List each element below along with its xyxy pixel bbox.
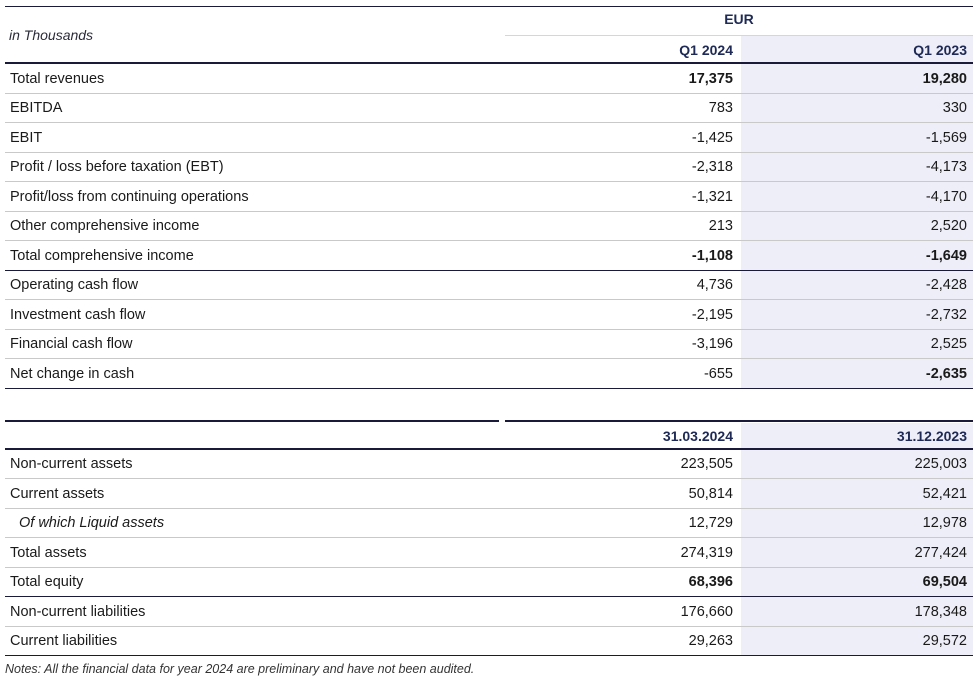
value-q1-2023: -1,649: [741, 241, 973, 271]
value-q1-2023: -2,428: [741, 270, 973, 300]
table-row: EBITDA 783 330: [5, 93, 973, 123]
value-q1-2024: -2,195: [691, 306, 733, 323]
table-bottom-divider: [5, 655, 973, 656]
header-top-rule-left: [5, 419, 499, 422]
table-row: Profit/loss from continuing operations -…: [5, 182, 973, 212]
value-31-12-2023: 178,348: [741, 597, 973, 627]
table-row: Total equity 68,396 69,504: [5, 567, 973, 597]
table-row: Of which Liquid assets 12,729 12,978: [5, 508, 973, 538]
row-label: Other comprehensive income: [10, 218, 200, 235]
value-q1-2023: -1,569: [741, 123, 973, 153]
table-bottom-divider: [5, 387, 973, 389]
value-31-12-2023: 12,978: [741, 508, 973, 538]
currency-label: EUR: [724, 11, 754, 27]
financial-summary: in Thousands EUR Q1 2024 Q1 2023 Total r…: [5, 6, 973, 656]
table-row: Profit / loss before taxation (EBT) -2,3…: [5, 152, 973, 182]
value-31-12-2023: 277,424: [741, 538, 973, 568]
row-label: Profit/loss from continuing operations: [10, 188, 249, 205]
value-q1-2023: -4,173: [741, 152, 973, 182]
table-row: Net change in cash -655 -2,635: [5, 359, 973, 389]
row-label: Total equity: [10, 574, 84, 591]
row-label: Total assets: [10, 544, 87, 561]
units-label: in Thousands: [9, 27, 94, 43]
value-q1-2024: -2,318: [691, 159, 733, 176]
row-label: Profit / loss before taxation (EBT): [10, 159, 224, 176]
value-31-03-2024: 68,396: [688, 574, 733, 591]
table-row: EBIT -1,425 -1,569: [5, 123, 973, 153]
row-label: Financial cash flow: [10, 336, 133, 353]
table-row: Operating cash flow 4,736 -2,428: [5, 270, 973, 300]
value-q1-2024: 213: [708, 218, 733, 235]
header-top-rule-right: [505, 419, 973, 422]
table-row: Non-current assets 223,505 225,003: [5, 449, 973, 479]
column-header-q1-2024: Q1 2024: [679, 41, 733, 58]
table-row: Total assets 274,319 277,424: [5, 538, 973, 568]
value-q1-2024: -3,196: [691, 336, 733, 353]
row-label: Total comprehensive income: [10, 247, 194, 264]
value-q1-2023: 330: [741, 93, 973, 123]
value-31-12-2023: 225,003: [741, 449, 973, 479]
value-q1-2024: -1,321: [691, 188, 733, 205]
row-label: Net change in cash: [10, 365, 135, 382]
row-label: Investment cash flow: [10, 306, 146, 323]
row-label: EBIT: [10, 129, 43, 146]
value-q1-2024: 783: [708, 100, 733, 117]
value-q1-2023: 19,280: [741, 64, 973, 94]
table1-header: in Thousands EUR Q1 2024 Q1 2023: [5, 6, 973, 64]
value-31-03-2024: 50,814: [688, 485, 733, 502]
table-row: Current assets 50,814 52,421: [5, 479, 973, 509]
value-q1-2024: -1,425: [691, 129, 733, 146]
row-label: Operating cash flow: [10, 277, 139, 294]
table-row: Non-current liabilities 176,660 178,348: [5, 597, 973, 627]
table-row: Current liabilities 29,263 29,572: [5, 626, 973, 656]
table-row: Total revenues 17,375 19,280: [5, 64, 973, 94]
value-q1-2023: -2,635: [741, 359, 973, 389]
value-31-03-2024: 12,729: [688, 515, 733, 532]
column-header-q1-2023: Q1 2023: [741, 36, 973, 63]
value-31-03-2024: 223,505: [680, 456, 733, 473]
column-header-31-12-2023: 31.12.2023: [741, 422, 973, 449]
value-q1-2024: -1,108: [691, 247, 733, 264]
value-q1-2023: 2,520: [741, 211, 973, 241]
footnote: Notes: All the financial data for year 2…: [5, 662, 475, 676]
row-label: Current assets: [10, 485, 105, 502]
table-spacer: [5, 389, 973, 420]
value-q1-2023: -2,732: [741, 300, 973, 330]
table-row: Total comprehensive income -1,108 -1,649: [5, 241, 973, 271]
value-31-12-2023: 69,504: [741, 567, 973, 597]
row-label: Non-current assets: [10, 456, 133, 473]
row-label: Total revenues: [10, 70, 105, 87]
value-q1-2023: 2,525: [741, 329, 973, 359]
value-31-03-2024: 29,263: [688, 633, 733, 650]
column-header-31-03-2024: 31.03.2024: [662, 427, 733, 444]
value-31-12-2023: 29,572: [741, 626, 973, 656]
value-31-03-2024: 274,319: [680, 544, 733, 561]
table-row: Investment cash flow -2,195 -2,732: [5, 300, 973, 330]
value-q1-2024: 17,375: [688, 70, 733, 87]
row-label: EBITDA: [10, 100, 63, 117]
table2-header: 31.03.2024 31.12.2023: [5, 419, 973, 450]
value-q1-2024: -655: [703, 365, 733, 382]
table-row: Financial cash flow -3,196 2,525: [5, 329, 973, 359]
row-label: Of which Liquid assets: [19, 515, 165, 532]
row-label: Non-current liabilities: [10, 603, 146, 620]
value-31-03-2024: 176,660: [680, 603, 733, 620]
value-q1-2024: 4,736: [696, 277, 733, 294]
table-row: Other comprehensive income 213 2,520: [5, 211, 973, 241]
value-31-12-2023: 52,421: [741, 479, 973, 509]
row-label: Current liabilities: [10, 633, 118, 650]
value-q1-2023: -4,170: [741, 182, 973, 212]
